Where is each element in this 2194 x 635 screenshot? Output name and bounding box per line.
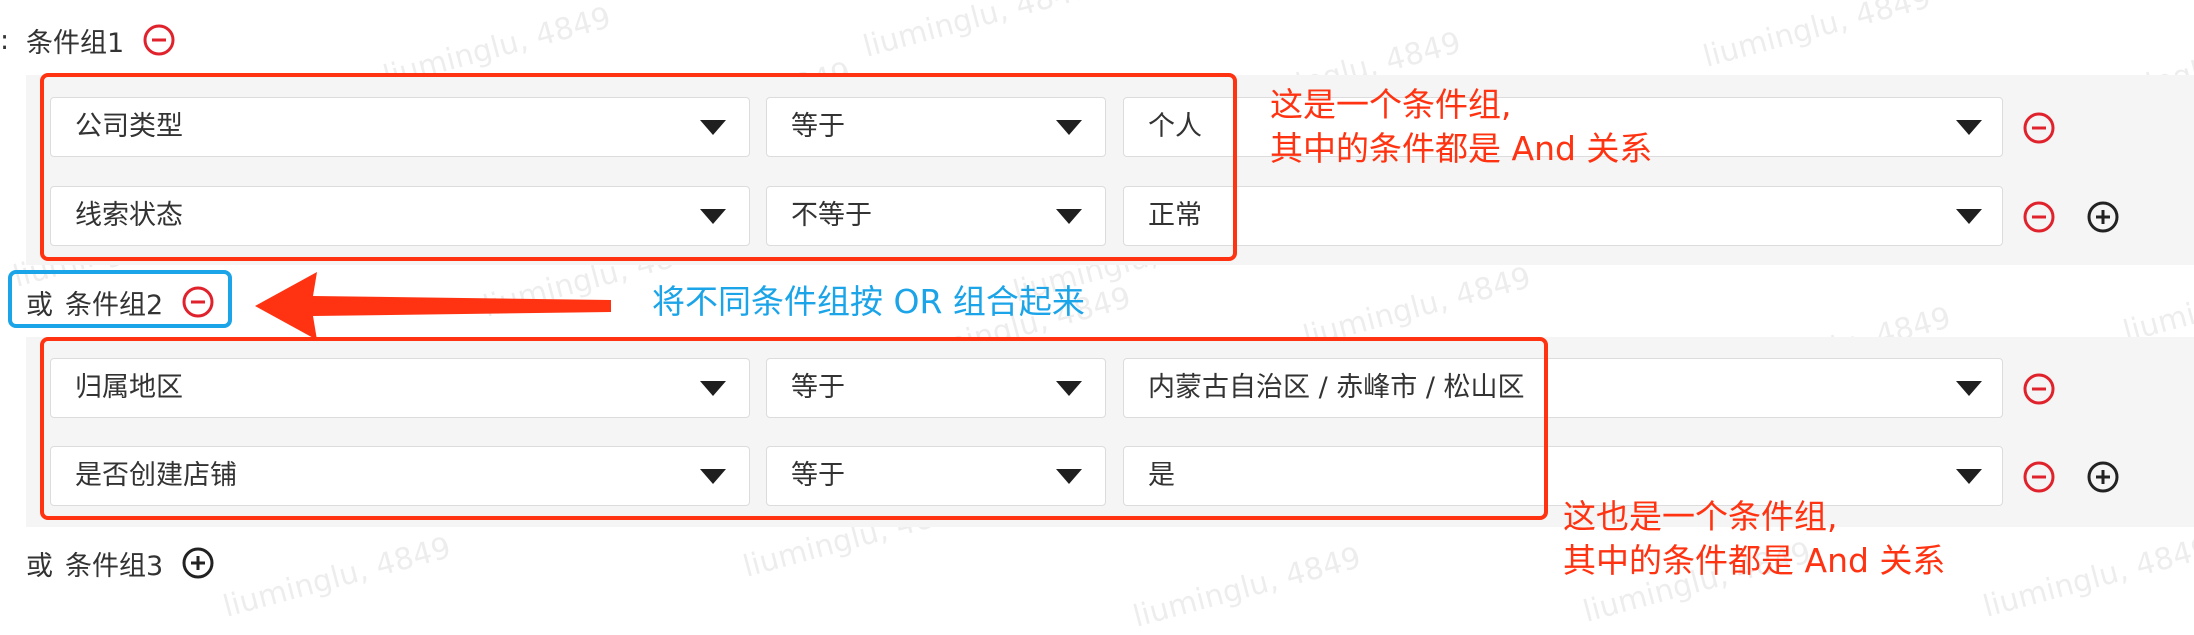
remove-condition-icon[interactable] xyxy=(2022,460,2056,494)
condition-group-3-header: 或 条件组3 xyxy=(26,538,215,588)
remove-condition-icon[interactable] xyxy=(2022,200,2056,234)
or-label: 或 xyxy=(26,550,53,582)
group-2-note-line-1: 这也是一个条件组, xyxy=(1563,497,1838,536)
add-group-icon[interactable] xyxy=(181,546,215,580)
watermark-text: liuminglu, 4849 xyxy=(2119,255,2194,350)
add-condition-icon[interactable] xyxy=(2086,460,2120,494)
caret-down-icon xyxy=(1956,120,1982,135)
watermark-text: liuminglu, 4849 xyxy=(1699,0,1935,75)
label-colon: : xyxy=(0,24,10,56)
group-1-note: 这是一个条件组, 其中的条件都是 And 关系 xyxy=(1270,83,1652,171)
caret-down-icon xyxy=(1956,469,1982,484)
group-2-highlight-box xyxy=(40,337,1548,520)
watermark-text: liuminglu, 4849 xyxy=(219,530,455,625)
group-2-note: 这也是一个条件组, 其中的条件都是 And 关系 xyxy=(1563,495,1945,583)
arrow-left-icon xyxy=(255,272,611,340)
remove-condition-icon[interactable] xyxy=(2022,111,2056,145)
watermark-text: liuminglu, 4849 xyxy=(1979,530,2194,625)
condition-group-1-header: 条件组1 xyxy=(26,15,176,65)
watermark-text: liuminglu, 4849 xyxy=(1129,540,1365,635)
or-note: 将不同条件组按 OR 组合起来 xyxy=(652,282,1085,321)
add-condition-icon[interactable] xyxy=(2086,200,2120,234)
group-2-note-line-2: 其中的条件都是 And 关系 xyxy=(1563,541,1946,580)
group-1-note-line-1: 这是一个条件组, xyxy=(1270,85,1512,124)
group-1-note-line-2: 其中的条件都是 And 关系 xyxy=(1270,129,1653,168)
value-select[interactable]: 正常 xyxy=(1123,186,2003,246)
remove-condition-icon[interactable] xyxy=(2022,372,2056,406)
condition-group-3-label: 条件组3 xyxy=(65,550,164,582)
or-highlight-box xyxy=(8,270,232,328)
caret-down-icon xyxy=(1956,381,1982,396)
group-1-highlight-box xyxy=(40,73,1237,261)
remove-group-1-icon[interactable] xyxy=(142,23,176,57)
caret-down-icon xyxy=(1956,209,1982,224)
condition-group-1-label: 条件组1 xyxy=(26,27,125,59)
watermark-text: liuminglu, 4849 xyxy=(859,0,1095,65)
